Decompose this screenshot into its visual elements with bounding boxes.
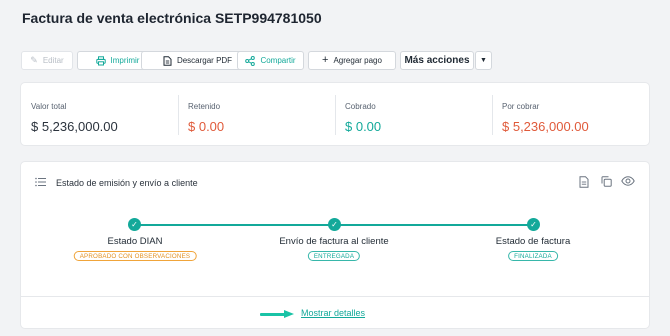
- status-badge: ENTREGADA: [307, 251, 361, 261]
- page-title: Factura de venta electrónica SETP9947810…: [22, 10, 322, 26]
- file-code-icon[interactable]: [579, 176, 589, 188]
- show-details-link[interactable]: Mostrar detalles: [301, 308, 365, 318]
- step-delivery-label: Envío de factura al cliente: [279, 236, 389, 247]
- summary-collected-label: Cobrado: [345, 102, 376, 111]
- step-dian-label: Estado DIAN: [107, 236, 163, 247]
- more-actions-dropdown[interactable]: ▼: [475, 51, 492, 70]
- summary-divider: [492, 95, 493, 135]
- plus-icon: +: [322, 54, 329, 66]
- step-invoice-label: Estado de factura: [495, 236, 571, 247]
- check-icon: ✓: [328, 218, 341, 231]
- summary-collected-value: $ 0.00: [345, 119, 382, 134]
- summary-total-value: $ 5,236,000.00: [31, 119, 118, 134]
- arrow-right-icon: [260, 310, 294, 318]
- check-icon: ✓: [527, 218, 540, 231]
- status-divider: [21, 296, 649, 297]
- add-payment-button[interactable]: + Agregar pago: [308, 51, 396, 70]
- check-icon: ✓: [128, 218, 141, 231]
- summary-pending-label: Por cobrar: [502, 102, 540, 111]
- add-payment-label: Agregar pago: [333, 56, 382, 65]
- status-header-label: Estado de emisión y envío a cliente: [56, 178, 198, 188]
- summary-divider: [335, 95, 336, 135]
- status-badge: FINALIZADA: [508, 251, 558, 261]
- document-icon: [163, 55, 172, 66]
- copy-icon[interactable]: [601, 176, 612, 187]
- share-button[interactable]: Compartir: [237, 51, 304, 70]
- printer-icon: [95, 55, 106, 66]
- summary-divider: [178, 95, 179, 135]
- print-button-label: Imprimir: [110, 56, 140, 65]
- download-pdf-label: Descargar PDF: [176, 56, 233, 65]
- invoice-summary-card: Valor total $ 5,236,000.00 Retenido $ 0.…: [21, 83, 649, 145]
- more-actions-label: Más acciones: [404, 55, 470, 66]
- more-actions-button[interactable]: Más acciones: [400, 51, 474, 70]
- eye-icon[interactable]: [621, 176, 635, 186]
- summary-total-label: Valor total: [31, 102, 67, 111]
- emission-status-card: Estado de emisión y envío a cliente ✓ ✓ …: [21, 162, 649, 328]
- summary-withheld-label: Retenido: [188, 102, 221, 111]
- list-icon: [35, 177, 46, 187]
- edit-button-label: Editar: [42, 56, 64, 65]
- summary-withheld-value: $ 0.00: [188, 119, 225, 134]
- share-icon: [245, 55, 256, 66]
- edit-button[interactable]: ✎ Editar: [21, 51, 73, 70]
- summary-pending-value: $ 5,236,000.00: [502, 119, 589, 134]
- caret-down-icon: ▼: [480, 57, 487, 64]
- pencil-icon: ✎: [30, 55, 38, 65]
- status-badge: APROBADO CON OBSERVACIONES: [73, 251, 197, 261]
- share-button-label: Compartir: [260, 56, 296, 65]
